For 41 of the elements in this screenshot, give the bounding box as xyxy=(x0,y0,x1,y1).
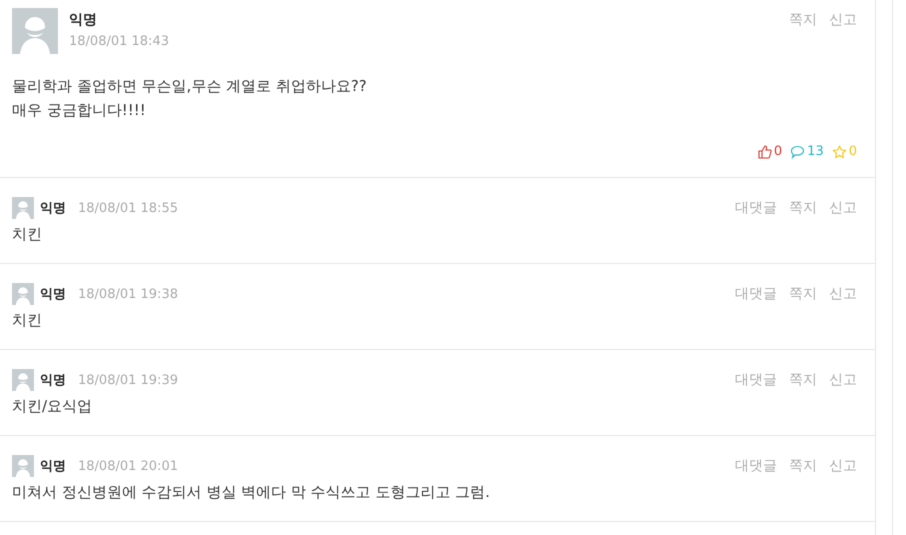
thumbs-up-icon xyxy=(758,144,772,158)
avatar-icon xyxy=(12,455,34,477)
comment-date: 18/08/01 19:38 xyxy=(78,286,179,302)
action-link[interactable]: 쪽지 xyxy=(789,371,817,389)
avatar-icon xyxy=(12,283,34,305)
action-link[interactable]: 쪽지 xyxy=(789,285,817,303)
speech-bubble-icon xyxy=(790,144,806,158)
comment-date: 18/08/01 20:01 xyxy=(78,458,179,474)
comment-text: 미쳐서 정신병원에 수감되서 병실 벽에다 막 수식쓰고 도형그리고 그럼. xyxy=(12,482,491,503)
comment-count: 13 xyxy=(807,144,824,159)
author-name: 익명 xyxy=(40,372,66,389)
author-name: 익명 xyxy=(40,200,66,217)
star-count: 0 xyxy=(848,144,857,159)
comment-text: 치킨/요식업 xyxy=(12,396,94,417)
author-name: 익명 xyxy=(40,458,66,475)
action-link[interactable]: 신고 xyxy=(829,371,857,389)
action-link[interactable]: 대댓글 xyxy=(735,371,777,389)
comment-date: 18/08/01 19:39 xyxy=(78,372,179,388)
action-link[interactable]: 쪽지 xyxy=(789,199,817,217)
author-name: 익명 xyxy=(40,286,66,303)
action-link[interactable]: 대댓글 xyxy=(735,199,777,217)
action-link[interactable]: 대댓글 xyxy=(735,457,777,475)
post-text: 매우 궁금합니다!!!! xyxy=(12,100,147,121)
action-link[interactable]: 쪽지 xyxy=(789,11,817,29)
avatar-icon xyxy=(12,8,58,54)
avatar-icon xyxy=(12,369,34,391)
comment-text: 치킨 xyxy=(12,310,43,331)
action-link[interactable]: 쪽지 xyxy=(789,457,817,475)
action-link[interactable]: 신고 xyxy=(829,199,857,217)
action-link[interactable]: 대댓글 xyxy=(735,285,777,303)
like-count: 0 xyxy=(774,144,782,159)
action-link[interactable]: 신고 xyxy=(829,11,857,29)
author-name: 익명 xyxy=(69,11,98,30)
action-link[interactable]: 신고 xyxy=(829,457,857,475)
post-text: 물리학과 졸업하면 무슨일,무슨 계열로 취업하나요?? xyxy=(12,76,368,97)
star-icon xyxy=(832,144,847,158)
post-date: 18/08/01 18:43 xyxy=(69,34,170,49)
comment-text: 치킨 xyxy=(12,224,43,245)
action-link[interactable]: 신고 xyxy=(829,285,857,303)
avatar-icon xyxy=(12,197,34,219)
comment-date: 18/08/01 18:55 xyxy=(78,200,179,216)
